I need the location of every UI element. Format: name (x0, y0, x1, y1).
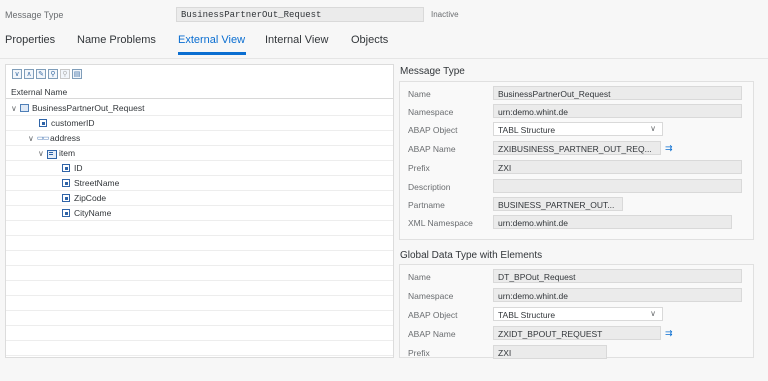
tree-row[interactable]: ∨ item (6, 146, 393, 161)
element-icon (62, 209, 70, 217)
column-header-external-name[interactable]: External Name (6, 86, 393, 99)
partname-field: BUSINESS_PARTNER_OUT... (493, 197, 623, 211)
active-tab-indicator (178, 52, 246, 55)
message-type-field: BusinessPartnerOut_Request (176, 7, 424, 22)
gdt-namespace-label: Namespace (408, 291, 454, 301)
abap-object-value: TABL Structure (498, 125, 556, 135)
namespace-label: Namespace (408, 107, 454, 117)
tree-node-label: address (50, 133, 81, 143)
tree-row[interactable]: ∨ ▭▭ address (6, 131, 393, 146)
tree-node-label: StreetName (74, 178, 120, 188)
tab-internal-view[interactable]: Internal View (265, 34, 328, 46)
chevron-down-icon: ∨ (650, 124, 656, 133)
chevron-down-icon[interactable]: ∨ (11, 104, 20, 113)
tree-row[interactable]: CityName (6, 206, 393, 221)
description-label: Description (408, 182, 451, 192)
tree-row[interactable]: ZipCode (6, 191, 393, 206)
gdt-name-field: DT_BPOut_Request (493, 269, 742, 283)
tree-row[interactable]: ID (6, 161, 393, 176)
expand-all-icon[interactable]: ∨ (12, 69, 22, 79)
global-data-type-section-title: Global Data Type with Elements (400, 250, 543, 261)
xml-namespace-label: XML Namespace (408, 218, 473, 228)
details-icon[interactable]: ▤ (72, 69, 82, 79)
tree-row[interactable]: customerID (6, 116, 393, 131)
message-structure-icon (20, 104, 29, 112)
element-icon (62, 179, 70, 187)
prefix-field: ZXI (493, 160, 742, 174)
tree-node-label: CityName (74, 208, 112, 218)
description-field (493, 179, 742, 193)
chevron-down-icon[interactable]: ∨ (28, 134, 37, 143)
navigate-icon[interactable]: ⇉ (665, 143, 673, 154)
tree-row (6, 266, 393, 281)
tree-row[interactable]: ∨ BusinessPartnerOut_Request (6, 101, 393, 116)
tree-row (6, 236, 393, 251)
element-icon (62, 164, 70, 172)
collapse-all-icon[interactable]: ∧ (24, 69, 34, 79)
gdt-prefix-field: ZXI (493, 345, 607, 359)
find-icon[interactable]: ⚲ (48, 69, 58, 79)
tree-row[interactable]: StreetName (6, 176, 393, 191)
name-field: BusinessPartnerOut_Request (493, 86, 742, 100)
tree-row (6, 326, 393, 341)
tab-name-problems[interactable]: Name Problems (77, 34, 156, 46)
element-icon (39, 119, 47, 127)
prefix-label: Prefix (408, 163, 430, 173)
tree-node-label: BusinessPartnerOut_Request (32, 103, 145, 113)
tab-external-view[interactable]: External View (178, 34, 245, 46)
gdt-abap-name-field: ZXIDT_BPOUT_REQUEST (493, 326, 661, 340)
abap-name-label: ABAP Name (408, 144, 456, 154)
tree-rows: ∨ BusinessPartnerOut_Request customerID … (6, 101, 393, 356)
name-label: Name (408, 89, 431, 99)
gdt-abap-object-label: ABAP Object (408, 310, 458, 320)
tab-objects[interactable]: Objects (351, 34, 388, 46)
navigate-icon[interactable]: ⇉ (665, 328, 673, 339)
tree-node-label: customerID (51, 118, 95, 128)
tree-row (6, 311, 393, 326)
structure-tree-panel: ∨ ∧ ✎ ⚲ ⚲ ▤ External Name ∨ BusinessPart… (5, 64, 394, 358)
tree-node-label: ZipCode (74, 193, 107, 203)
gdt-abap-object-select[interactable]: TABL Structure ∨ (493, 307, 663, 321)
tree-row (6, 251, 393, 266)
abap-object-label: ABAP Object (408, 125, 458, 135)
complex-type-icon: ▭▭ (37, 135, 49, 142)
gdt-abap-name-label: ABAP Name (408, 329, 456, 339)
partname-label: Partname (408, 200, 445, 210)
folder-icon (47, 149, 57, 159)
chevron-down-icon: ∨ (650, 309, 656, 318)
message-type-section-title: Message Type (400, 66, 465, 77)
find-next-icon[interactable]: ⚲ (60, 69, 70, 79)
tree-row (6, 221, 393, 236)
gdt-abap-object-value: TABL Structure (498, 310, 556, 320)
tab-properties[interactable]: Properties (5, 34, 55, 46)
gdt-name-label: Name (408, 272, 431, 282)
gdt-namespace-field: urn:demo.whint.de (493, 288, 742, 302)
tab-bar: Properties Name Problems External View I… (0, 34, 768, 58)
abap-name-field: ZXIBUSINESS_PARTNER_OUT_REQ... (493, 141, 661, 155)
tree-node-label: ID (74, 163, 83, 173)
tree-node-label: item (59, 148, 76, 158)
xml-namespace-field: urn:demo.whint.de (493, 215, 732, 229)
edit-icon[interactable]: ✎ (36, 69, 46, 79)
gdt-prefix-label: Prefix (408, 348, 430, 358)
element-icon (62, 194, 70, 202)
tree-row (6, 296, 393, 311)
tree-row (6, 281, 393, 296)
status-label: Inactive (431, 10, 459, 19)
tab-divider (0, 58, 768, 59)
namespace-field: urn:demo.whint.de (493, 104, 742, 118)
message-type-label: Message Type (5, 10, 64, 20)
chevron-down-icon[interactable]: ∨ (38, 149, 47, 158)
abap-object-select[interactable]: TABL Structure ∨ (493, 122, 663, 136)
tree-row (6, 341, 393, 356)
tree-toolbar: ∨ ∧ ✎ ⚲ ⚲ ▤ (12, 69, 82, 81)
